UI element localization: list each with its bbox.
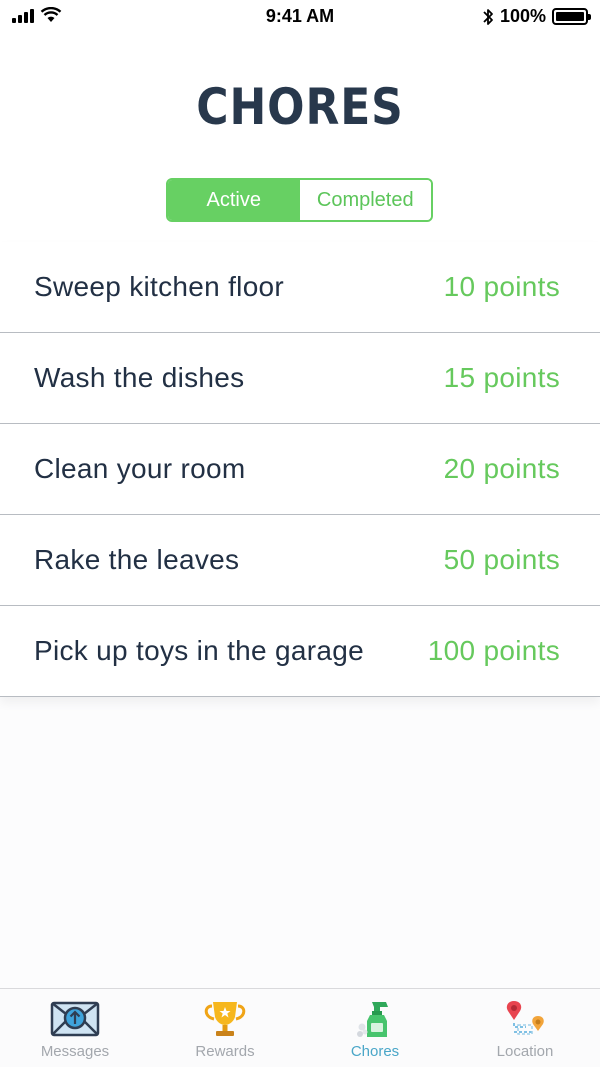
tab-label: Rewards xyxy=(195,1043,255,1060)
chore-row[interactable]: Clean your room 20 points xyxy=(0,424,600,515)
chore-list: Sweep kitchen floor 10 points Wash the d… xyxy=(0,242,600,697)
chore-name: Rake the leaves xyxy=(34,544,240,575)
tab-bar: Messages Rewards Chores Location xyxy=(0,988,600,1067)
battery-icon xyxy=(552,8,591,25)
chore-row[interactable]: Rake the leaves 50 points xyxy=(0,515,600,606)
chore-row[interactable]: Wash the dishes 15 points xyxy=(0,333,600,424)
tab-label: Chores xyxy=(350,1043,400,1060)
chore-name: Pick up toys in the garage xyxy=(34,635,364,666)
status-indicators-right: 100% xyxy=(482,6,591,27)
tab-rewards[interactable]: Rewards xyxy=(150,989,300,1067)
tab-location[interactable]: Location xyxy=(450,989,600,1067)
chore-name: Sweep kitchen floor xyxy=(34,271,285,302)
chore-points: 15 points xyxy=(443,362,560,393)
tab-label: Location xyxy=(496,1043,554,1060)
envelope-upload-icon xyxy=(50,1001,100,1037)
chore-points: 100 points xyxy=(427,635,560,666)
map-pins-icon xyxy=(506,1001,544,1035)
segment-completed[interactable]: Completed xyxy=(299,180,431,220)
battery-percent: 100% xyxy=(499,6,546,26)
chore-points: 50 points xyxy=(443,544,560,575)
chore-points: 20 points xyxy=(443,453,560,484)
spray-bottle-icon xyxy=(357,1002,388,1037)
chore-points: 10 points xyxy=(443,271,560,302)
segment-active[interactable]: Active xyxy=(168,180,300,220)
chore-name: Clean your room xyxy=(34,453,246,484)
tab-messages[interactable]: Messages xyxy=(0,989,150,1067)
tab-chores[interactable]: Chores xyxy=(300,989,450,1067)
chore-name: Wash the dishes xyxy=(34,362,245,393)
status-bar: 9:41 AM 100% xyxy=(0,0,600,34)
chore-row[interactable]: Sweep kitchen floor 10 points xyxy=(0,242,600,333)
tab-label: Messages xyxy=(40,1043,110,1060)
segmented-control: Active Completed xyxy=(166,178,433,222)
trophy-icon xyxy=(204,1002,246,1036)
page-title: CHORES xyxy=(196,78,404,136)
bluetooth-icon xyxy=(483,8,493,25)
chore-row[interactable]: Pick up toys in the garage 100 points xyxy=(0,606,600,697)
header: CHORES Active Completed xyxy=(0,34,600,242)
